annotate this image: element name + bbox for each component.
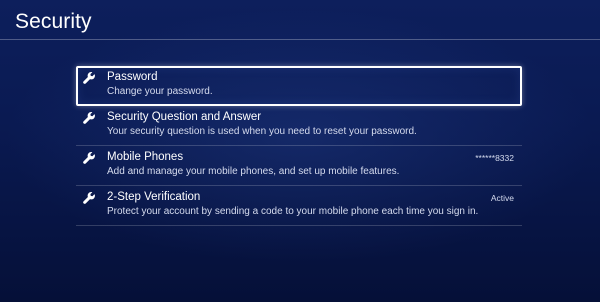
item-description: Change your password.	[107, 86, 213, 97]
item-description: Protect your account by sending a code t…	[107, 206, 479, 217]
wrench-icon	[83, 192, 95, 204]
item-title: Password	[107, 71, 158, 83]
menu-item-password[interactable]: Password Change your password.	[76, 66, 522, 106]
phone-number-value: ******8332	[475, 153, 514, 163]
title-bar: Security	[0, 0, 600, 38]
item-title: Security Question and Answer	[107, 111, 262, 123]
item-description: Add and manage your mobile phones, and s…	[107, 166, 400, 177]
wrench-icon	[83, 72, 95, 84]
wrench-icon	[83, 152, 95, 164]
menu-item-security-question[interactable]: Security Question and Answer Your securi…	[76, 106, 522, 146]
security-menu: Password Change your password. Security …	[76, 66, 522, 226]
row-divider	[76, 225, 522, 226]
menu-item-mobile-phones[interactable]: Mobile Phones Add and manage your mobile…	[76, 146, 522, 186]
item-description: Your security question is used when you …	[107, 126, 417, 137]
item-title: Mobile Phones	[107, 151, 184, 163]
item-title: 2-Step Verification	[107, 191, 201, 203]
menu-item-2-step-verification[interactable]: 2-Step Verification Protect your account…	[76, 186, 522, 226]
page-title: Security	[15, 10, 92, 33]
title-divider	[0, 39, 600, 40]
wrench-icon	[83, 112, 95, 124]
status-value: Active	[490, 193, 514, 203]
